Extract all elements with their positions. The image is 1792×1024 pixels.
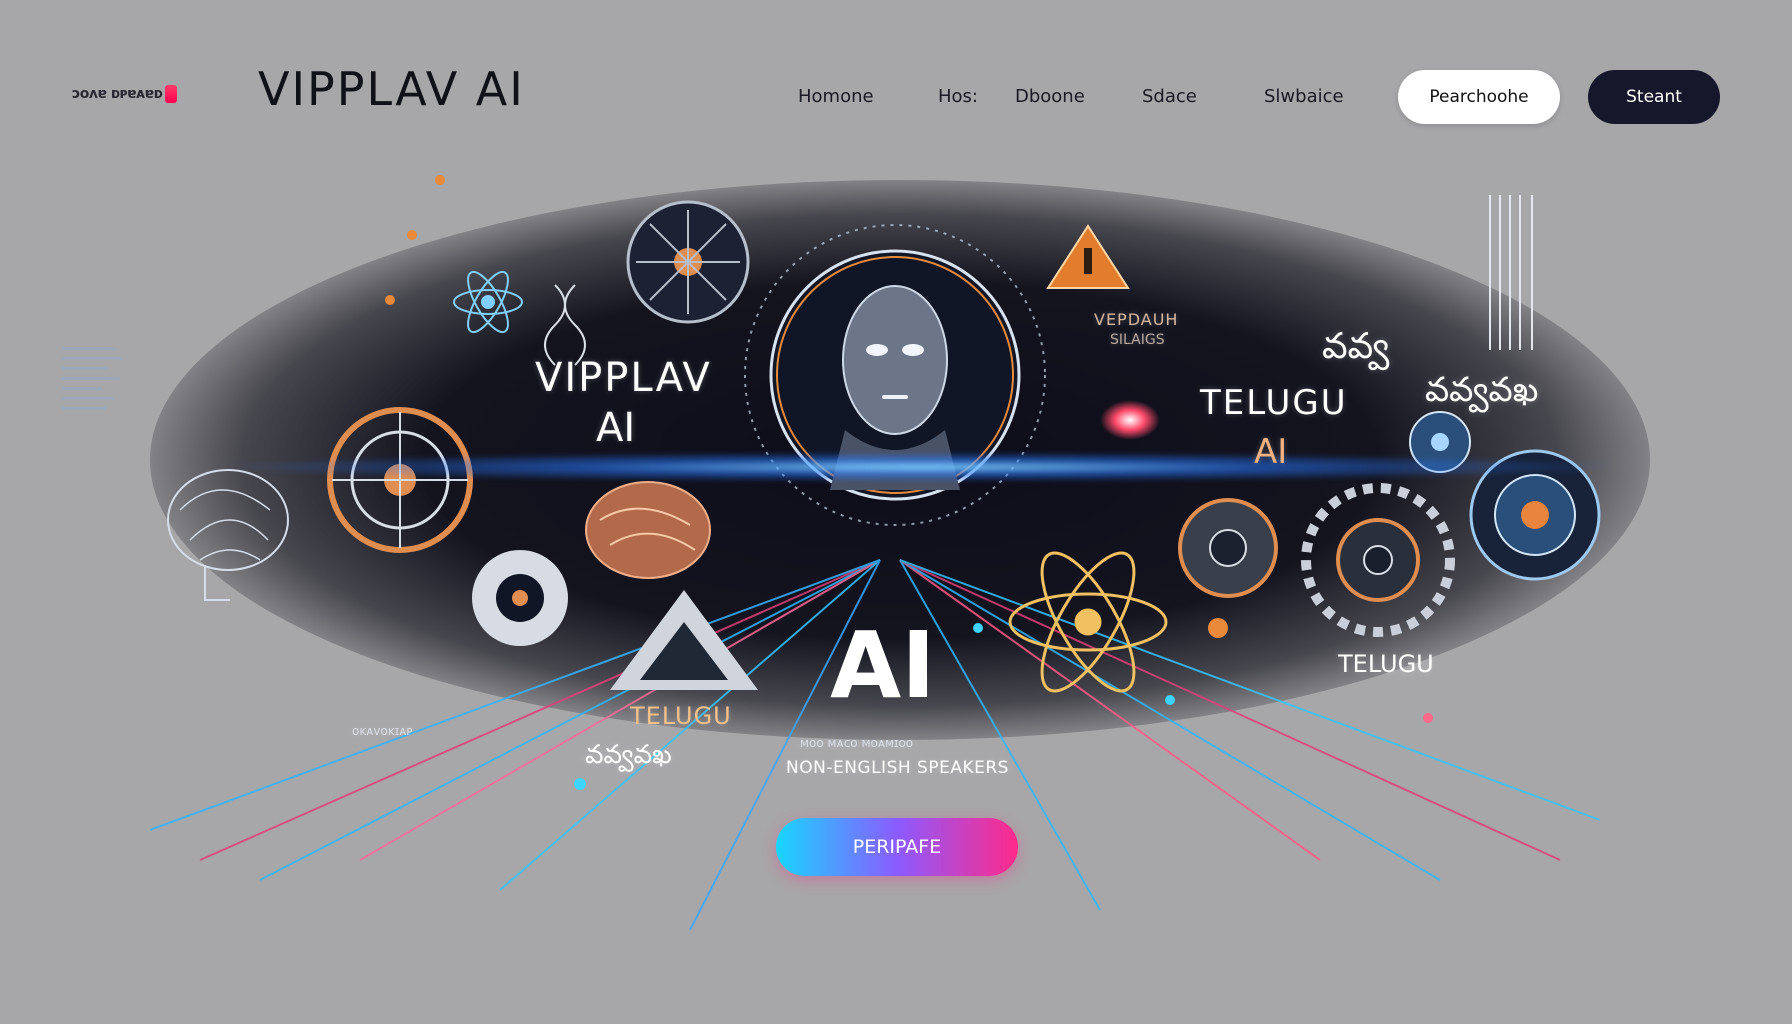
hero-cta-button[interactable]: PERIPAFE — [776, 818, 1018, 876]
telugu-right-low-label: TELUGU — [1338, 650, 1434, 678]
antenna-lines — [1489, 195, 1533, 350]
right-small-label-1: VEPDAUH — [1094, 310, 1179, 329]
hero-vipplav-label: VIPPLAV — [535, 355, 712, 401]
warning-triangle-icon — [610, 590, 758, 690]
hero-vipplav-ai-label: AI — [596, 405, 636, 451]
brain-icon — [585, 481, 711, 579]
lens-flare — [1100, 400, 1160, 440]
telugu-bottom-left-label: TELUGU — [630, 702, 732, 730]
tagline-small: ᴍᴏᴏ ᴍᴀᴄᴏ ᴍᴏᴀᴍɪᴏᴏ — [800, 736, 914, 750]
gear-icon — [626, 200, 750, 324]
gear-icon — [472, 550, 568, 646]
telugu-script-2: వవ్వవఖ — [1425, 370, 1539, 410]
telugu-script-bottom: వవ్వవఖ — [585, 740, 672, 770]
tagline: NON-ENGLISH SPEAKERS — [786, 758, 1009, 778]
gear-icon — [1301, 483, 1455, 637]
right-small-label-2: SILAIGS — [1110, 332, 1165, 348]
hero-big-ai: AI — [830, 612, 936, 719]
atom-icon — [1008, 551, 1168, 693]
side-text-lines — [62, 340, 126, 430]
light-beam — [230, 452, 1610, 482]
atom-icon — [453, 270, 523, 334]
hero-illustration: VIPPLAV AI VEPDAUH SILAIGS TELUGU AI వవ్… — [0, 0, 1792, 1024]
left-small-caption: ᴏᴋᴀᴠᴏᴋɪᴀᴘ — [352, 724, 413, 738]
telugu-right-ai-label: AI — [1254, 432, 1288, 472]
brain-icon — [167, 469, 289, 601]
gear-icon — [1178, 498, 1278, 598]
telugu-right-label: TELUGU — [1200, 383, 1348, 423]
dna-icon — [544, 284, 586, 366]
warning-triangle-icon — [1046, 224, 1130, 289]
telugu-script-1: వవ్వ — [1322, 326, 1390, 367]
